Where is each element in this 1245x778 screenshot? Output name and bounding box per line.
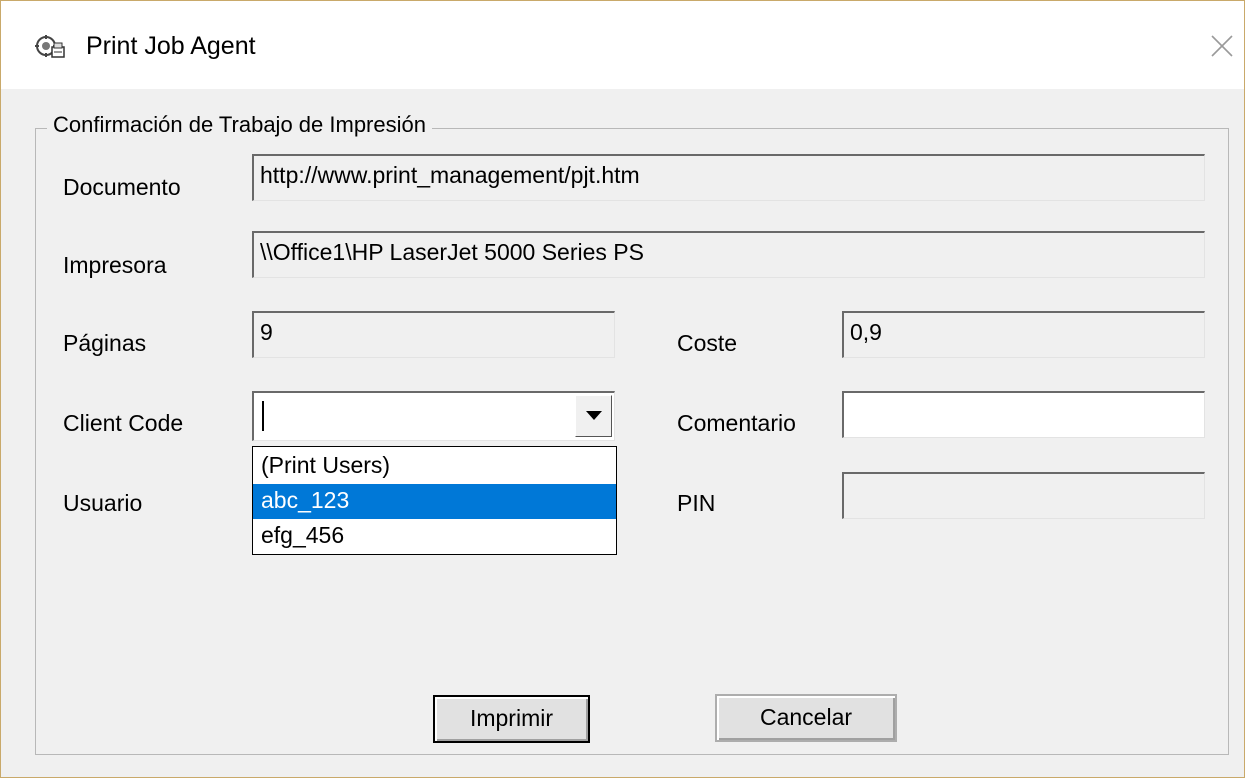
impresora-field: \\Office1\HP LaserJet 5000 Series PS bbox=[252, 231, 1205, 278]
comentario-label: Comentario bbox=[677, 410, 796, 436]
comentario-input[interactable] bbox=[842, 391, 1205, 438]
dropdown-arrow-button[interactable] bbox=[575, 395, 612, 437]
coste-field: 0,9 bbox=[842, 311, 1205, 358]
text-caret bbox=[262, 401, 264, 431]
job-confirmation-group bbox=[35, 128, 1229, 755]
imprimir-button[interactable]: Imprimir bbox=[433, 695, 590, 743]
usuario-label: Usuario bbox=[63, 490, 143, 516]
client-code-dropdown-list: (Print Users) abc_123 efg_456 bbox=[252, 446, 617, 555]
title-bar: Print Job Agent bbox=[1, 1, 1244, 89]
coste-label: Coste bbox=[677, 330, 738, 356]
close-icon[interactable] bbox=[1204, 28, 1240, 64]
pin-label: PIN bbox=[677, 490, 716, 516]
window-title: Print Job Agent bbox=[86, 32, 256, 60]
client-code-label: Client Code bbox=[63, 410, 184, 436]
impresora-label: Impresora bbox=[63, 252, 167, 278]
pin-field[interactable] bbox=[842, 472, 1205, 519]
paginas-label: Páginas bbox=[63, 330, 147, 356]
dropdown-option-selected[interactable]: abc_123 bbox=[253, 484, 616, 519]
dropdown-option[interactable]: (Print Users) bbox=[253, 449, 616, 484]
dropdown-option[interactable]: efg_456 bbox=[253, 519, 616, 554]
print-agent-icon bbox=[35, 33, 65, 61]
client-code-combobox[interactable] bbox=[252, 391, 615, 441]
documento-field: http://www.print_management/pjt.htm bbox=[252, 154, 1205, 201]
paginas-field: 9 bbox=[252, 311, 615, 358]
cancelar-button[interactable]: Cancelar bbox=[715, 694, 897, 742]
group-legend: Confirmación de Trabajo de Impresión bbox=[47, 112, 432, 138]
print-job-agent-window: Print Job Agent Confirmación de Trabajo … bbox=[0, 0, 1245, 778]
documento-label: Documento bbox=[63, 174, 181, 200]
